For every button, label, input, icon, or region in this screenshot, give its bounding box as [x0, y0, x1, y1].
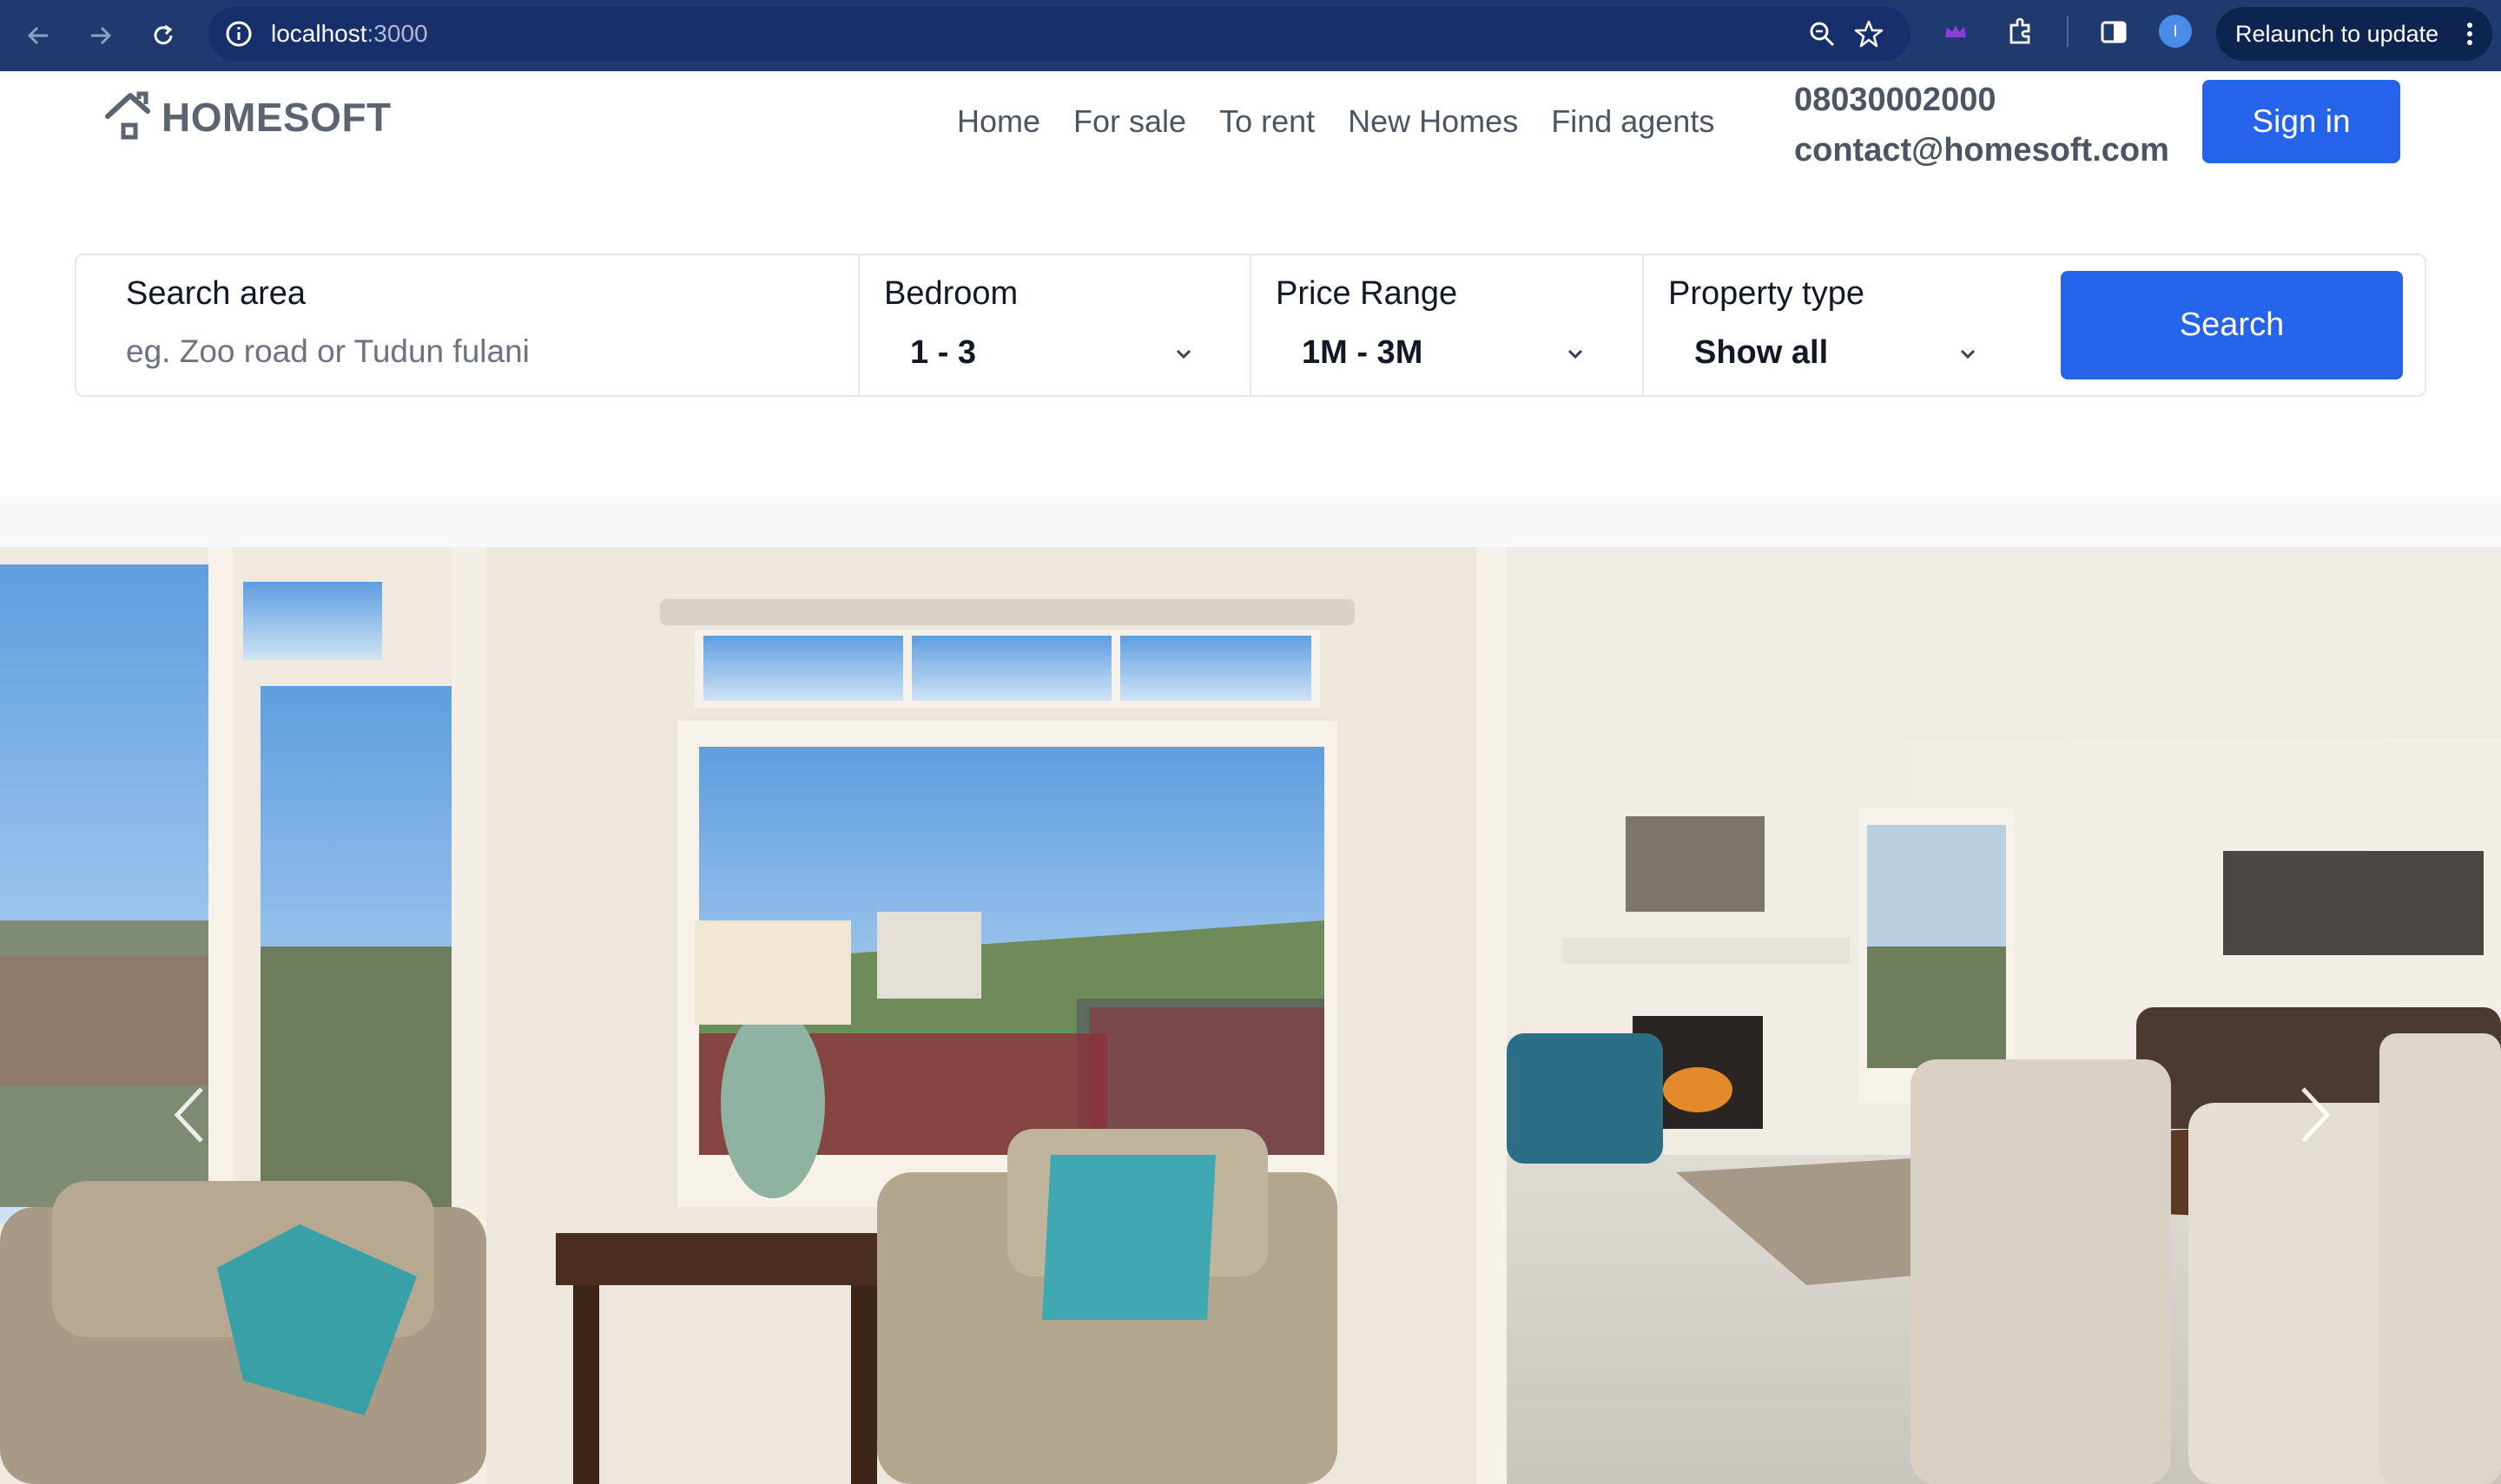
site-info-icon[interactable] — [224, 19, 254, 49]
hero-carousel — [0, 547, 2501, 1484]
search-area-label: Search area — [126, 275, 307, 312]
bedroom-cell: Bedroom 1 - 3 — [860, 255, 1251, 395]
property-type-select[interactable]: Show all — [1668, 318, 1998, 387]
zoom-icon[interactable] — [1808, 20, 1836, 48]
signin-button[interactable]: Sign in — [2202, 80, 2400, 163]
nav-to-rent[interactable]: To rent — [1219, 101, 1315, 142]
contact-email: contact@homesoft.com — [1794, 132, 2169, 168]
profile-avatar[interactable]: I — [2159, 15, 2192, 48]
chevron-down-icon — [1176, 349, 1191, 359]
chevron-down-icon — [1567, 349, 1583, 359]
forward-button[interactable] — [78, 13, 123, 58]
browser-toolbar: localhost:3000 I Relaunch to update — [0, 0, 2501, 71]
back-button[interactable] — [16, 13, 61, 58]
logo-text: HOMESOFT — [162, 95, 392, 140]
side-panel-icon[interactable] — [2096, 15, 2131, 49]
extensions-puzzle-icon[interactable] — [2003, 15, 2037, 49]
relaunch-update-button[interactable]: Relaunch to update — [2216, 7, 2492, 61]
property-type-value: Show all — [1694, 333, 1829, 371]
section-divider-band — [0, 497, 2501, 549]
price-range-label: Price Range — [1276, 275, 1458, 312]
property-type-cell: Property type Show all — [1644, 255, 2052, 395]
bedroom-label: Bedroom — [884, 275, 1019, 312]
more-vert-icon — [2467, 23, 2472, 45]
reload-icon — [154, 24, 173, 45]
extension-crown-icon[interactable] — [1938, 15, 1973, 49]
price-range-select[interactable]: 1M - 3M — [1276, 318, 1606, 387]
search-area-input[interactable] — [126, 325, 803, 379]
property-type-label: Property type — [1668, 275, 1864, 312]
nav-home[interactable]: Home — [957, 101, 1040, 142]
nav-new-homes[interactable]: New Homes — [1348, 101, 1518, 142]
search-button[interactable]: Search — [2061, 271, 2403, 379]
bedroom-select[interactable]: 1 - 3 — [884, 318, 1214, 387]
price-range-cell: Price Range 1M - 3M — [1251, 255, 1644, 395]
arrow-right-icon — [91, 26, 112, 45]
reload-button[interactable] — [141, 13, 186, 58]
nav-for-sale[interactable]: For sale — [1073, 101, 1186, 142]
property-search-form: Search area Bedroom 1 - 3 Price Range 1M… — [75, 254, 2426, 397]
arrow-left-icon — [27, 26, 48, 45]
chevron-left-icon[interactable] — [165, 1080, 217, 1150]
bookmark-star-icon[interactable] — [1853, 18, 1884, 49]
toolbar-divider — [2067, 16, 2069, 47]
hero-interior-image — [0, 547, 2501, 1484]
url-text: localhost:3000 — [271, 20, 428, 47]
site-logo[interactable]: HOMESOFT — [104, 90, 392, 144]
price-range-value: 1M - 3M — [1302, 333, 1423, 371]
main-nav: Home For sale To rent New Homes Find age… — [957, 101, 1747, 142]
chevron-down-icon — [1960, 349, 1976, 359]
chevron-right-icon[interactable] — [2287, 1080, 2339, 1150]
nav-find-agents[interactable]: Find agents — [1551, 101, 1714, 142]
search-area-cell: Search area — [76, 255, 860, 395]
contact-phone: 08030002000 — [1794, 82, 1996, 118]
address-bar[interactable]: localhost:3000 — [208, 7, 1910, 61]
contact-info: 08030002000 contact@homesoft.com — [1794, 75, 2169, 175]
house-logo-icon — [105, 91, 150, 140]
relaunch-label: Relaunch to update — [2235, 20, 2439, 47]
bedroom-value: 1 - 3 — [910, 333, 977, 371]
